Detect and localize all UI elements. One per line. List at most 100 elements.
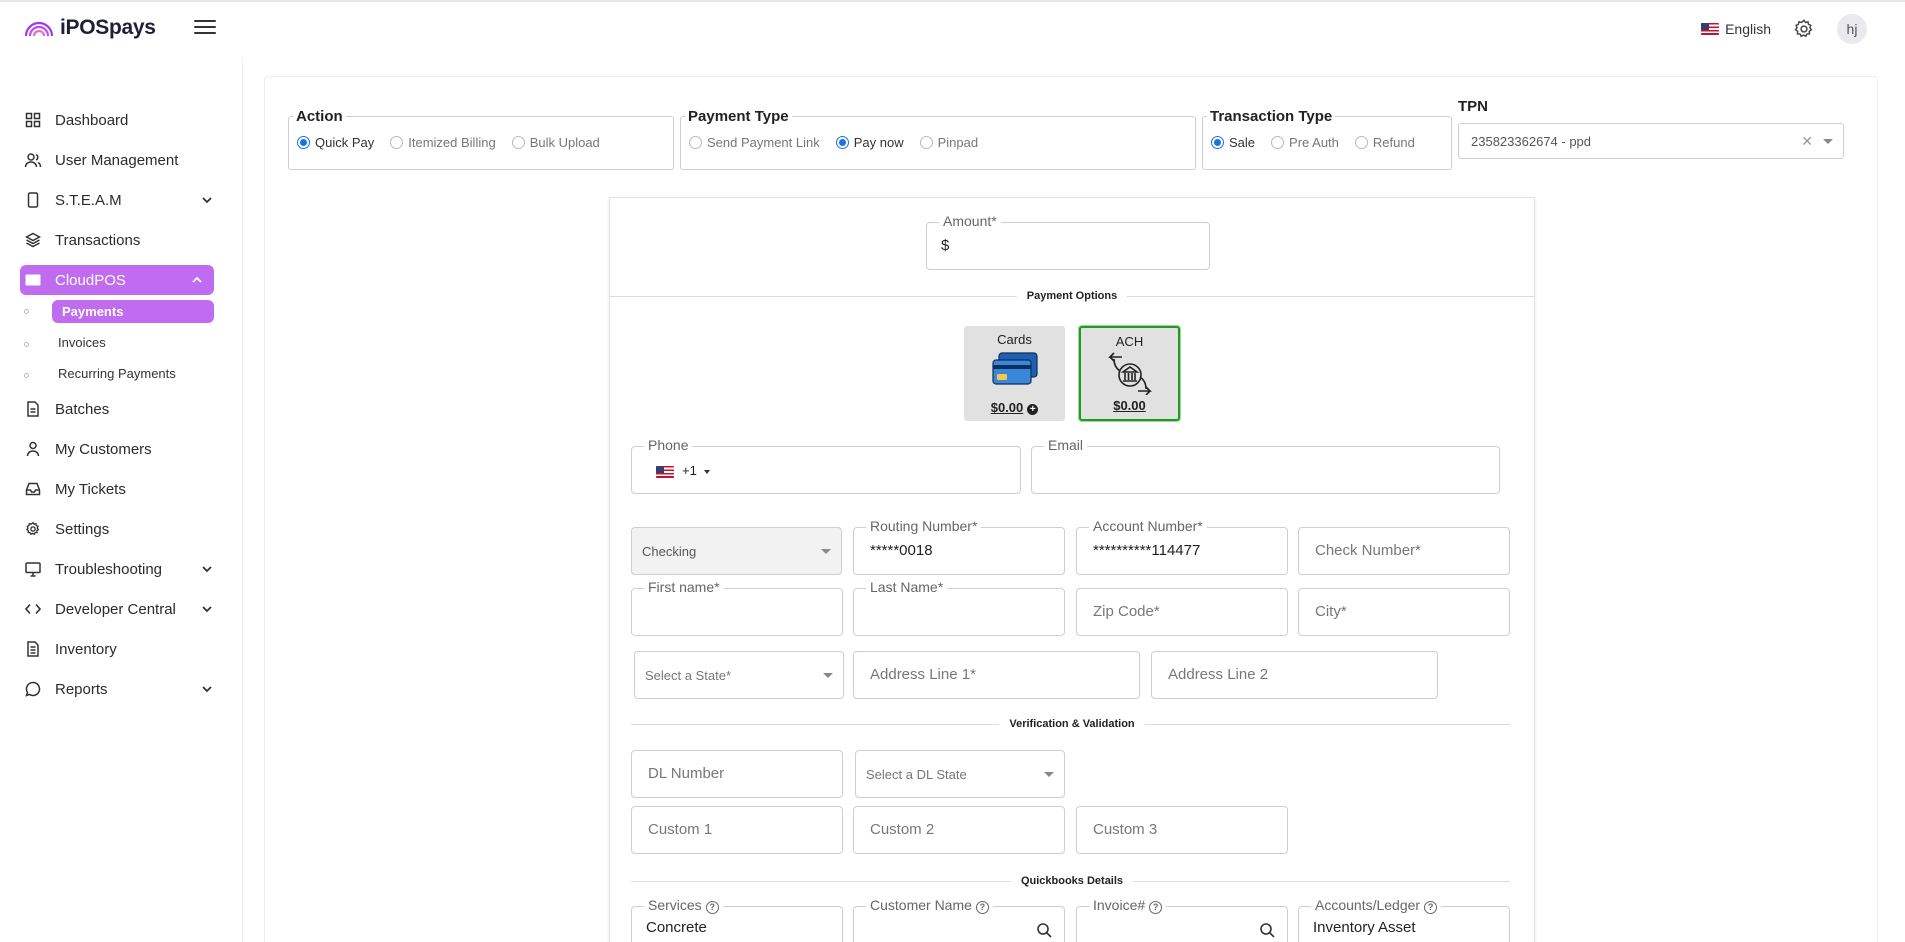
sidebar-item-user-management[interactable]: User Management: [0, 140, 240, 180]
custom3-field[interactable]: Custom 3: [1076, 806, 1288, 854]
check-number-field[interactable]: Check Number*: [1298, 527, 1510, 575]
sidebar-divider: [242, 58, 243, 942]
sidebar-subitem-label: Invoices: [58, 335, 106, 350]
account-type-value: Checking: [642, 544, 697, 559]
customer-name-field[interactable]: Customer Name?: [853, 897, 1065, 942]
us-flag-icon: [656, 466, 674, 478]
sidebar-item-reports[interactable]: Reports: [0, 669, 240, 709]
sidebar-item-developer-central[interactable]: Developer Central: [0, 589, 240, 629]
dl-state-select[interactable]: Select a DL State: [855, 750, 1065, 798]
amount-field[interactable]: Amount* $: [926, 213, 1210, 270]
sidebar-item-label: Reports: [55, 680, 108, 698]
radio-pinpad[interactable]: Pinpad: [919, 135, 978, 150]
email-field[interactable]: Email: [1031, 437, 1500, 494]
radio-sale[interactable]: Sale: [1211, 135, 1255, 150]
sidebar-subitem-payments[interactable]: Payments: [24, 300, 214, 323]
email-label: Email: [1044, 437, 1088, 453]
settings-gear-icon[interactable]: [1793, 18, 1815, 40]
ach-payment-tile[interactable]: ACH $0.00: [1079, 326, 1180, 421]
gear-icon: [24, 520, 42, 538]
radio-itemized-billing[interactable]: Itemized Billing: [390, 135, 496, 150]
radio-send-payment-link[interactable]: Send Payment Link: [689, 135, 820, 150]
sidebar-item-my-customers[interactable]: My Customers: [0, 429, 240, 469]
radio-pre-auth[interactable]: Pre Auth: [1271, 135, 1339, 150]
help-icon[interactable]: ?: [1424, 901, 1438, 914]
payment-options-title: Payment Options: [1016, 290, 1128, 302]
invoice-number-field[interactable]: Invoice#?: [1076, 897, 1288, 942]
account-number-value: **********114477: [1093, 542, 1201, 559]
sidebar-item-label: Troubleshooting: [55, 560, 163, 578]
sidebar-subitem-invoices[interactable]: Invoices: [0, 327, 240, 358]
bank-transfer-icon: [1107, 352, 1152, 396]
account-number-field[interactable]: Account Number* **********114477: [1076, 518, 1288, 575]
tpn-label: TPN: [1458, 98, 1488, 115]
tpn-select[interactable]: 235823362674 - ppd ✕: [1458, 123, 1844, 159]
phone-field[interactable]: Phone +1: [631, 437, 1021, 494]
state-select[interactable]: Select a State*: [634, 651, 844, 699]
sidebar-subitem-label: Recurring Payments: [58, 366, 176, 381]
first-name-field[interactable]: First name*: [631, 579, 843, 636]
top-border: [0, 0, 1905, 2]
services-field[interactable]: Services? Concrete: [631, 897, 843, 942]
help-icon[interactable]: ?: [975, 901, 989, 914]
sidebar-item-transactions[interactable]: Transactions: [0, 220, 240, 260]
users-icon: [24, 151, 42, 169]
sidebar-item-batches[interactable]: Batches: [0, 389, 240, 429]
sidebar-item-steam[interactable]: S.T.E.A.M: [0, 180, 240, 220]
dl-state-placeholder: Select a DL State: [866, 767, 967, 782]
address-line2-placeholder: Address Line 2: [1168, 666, 1269, 683]
radio-quick-pay[interactable]: Quick Pay: [297, 135, 374, 150]
country-code[interactable]: +1: [682, 463, 697, 478]
transaction-type-group: Transaction Type Sale Pre Auth Refund: [1202, 108, 1452, 170]
routing-number-field[interactable]: Routing Number* *****0018: [853, 518, 1065, 575]
caret-down-icon: [823, 673, 833, 678]
address-line2-field[interactable]: Address Line 2: [1151, 651, 1438, 699]
routing-number-label: Routing Number*: [866, 518, 982, 534]
sidebar-item-label: CloudPOS: [55, 271, 126, 289]
sidebar-subitem-recurring-payments[interactable]: Recurring Payments: [0, 358, 240, 389]
radio-bulk-upload[interactable]: Bulk Upload: [511, 135, 600, 150]
city-field[interactable]: City*: [1298, 588, 1510, 636]
search-icon[interactable]: [1259, 922, 1275, 938]
chevron-up-icon: [192, 276, 202, 283]
dl-number-field[interactable]: DL Number: [631, 750, 843, 798]
state-placeholder: Select a State*: [645, 668, 731, 683]
sidebar-item-troubleshooting[interactable]: Troubleshooting: [0, 549, 240, 589]
logo-rainbow-icon: [24, 21, 54, 37]
help-icon[interactable]: ?: [1149, 901, 1163, 914]
cards-payment-tile[interactable]: Cards $0.00 +: [964, 326, 1065, 421]
credit-cards-icon: [991, 352, 1038, 385]
sidebar-item-cloudpos[interactable]: CloudPOS: [20, 265, 214, 295]
hamburger-menu-icon[interactable]: [194, 17, 216, 37]
search-icon[interactable]: [1036, 922, 1052, 938]
user-avatar[interactable]: hj: [1837, 14, 1867, 44]
action-title: Action: [296, 108, 343, 125]
chat-icon: [24, 680, 42, 698]
zip-code-field[interactable]: Zip Code*: [1076, 588, 1288, 636]
help-icon[interactable]: ?: [705, 901, 719, 914]
last-name-field[interactable]: Last Name*: [853, 579, 1065, 636]
list-icon: [24, 640, 42, 658]
address-line1-field[interactable]: Address Line 1*: [853, 651, 1140, 699]
amount-label: Amount*: [939, 213, 1001, 229]
dashboard-icon: [24, 111, 42, 129]
clear-icon[interactable]: ✕: [1801, 133, 1813, 150]
account-type-select[interactable]: Checking: [631, 527, 842, 575]
sidebar-item-label: My Customers: [55, 440, 152, 458]
sidebar-item-my-tickets[interactable]: My Tickets: [0, 469, 240, 509]
account-number-label: Account Number*: [1089, 518, 1207, 534]
invoice-number-label: Invoice#?: [1089, 897, 1167, 914]
sidebar-item-settings[interactable]: Settings: [0, 509, 240, 549]
sidebar-item-dashboard[interactable]: Dashboard: [0, 100, 240, 140]
services-value: Concrete: [646, 919, 707, 936]
custom2-field[interactable]: Custom 2: [853, 806, 1065, 854]
plus-circle-icon[interactable]: +: [1027, 404, 1039, 415]
accounts-ledger-field[interactable]: Accounts/Ledger? Inventory Asset: [1298, 897, 1510, 942]
sidebar-item-inventory[interactable]: Inventory: [0, 629, 240, 669]
radio-refund[interactable]: Refund: [1354, 135, 1415, 150]
custom1-field[interactable]: Custom 1: [631, 806, 843, 854]
brand-logo[interactable]: iPOSpays: [24, 16, 156, 40]
language-selector[interactable]: English: [1701, 21, 1771, 37]
sidebar-item-label: User Management: [55, 151, 179, 169]
radio-pay-now[interactable]: Pay now: [835, 135, 904, 150]
